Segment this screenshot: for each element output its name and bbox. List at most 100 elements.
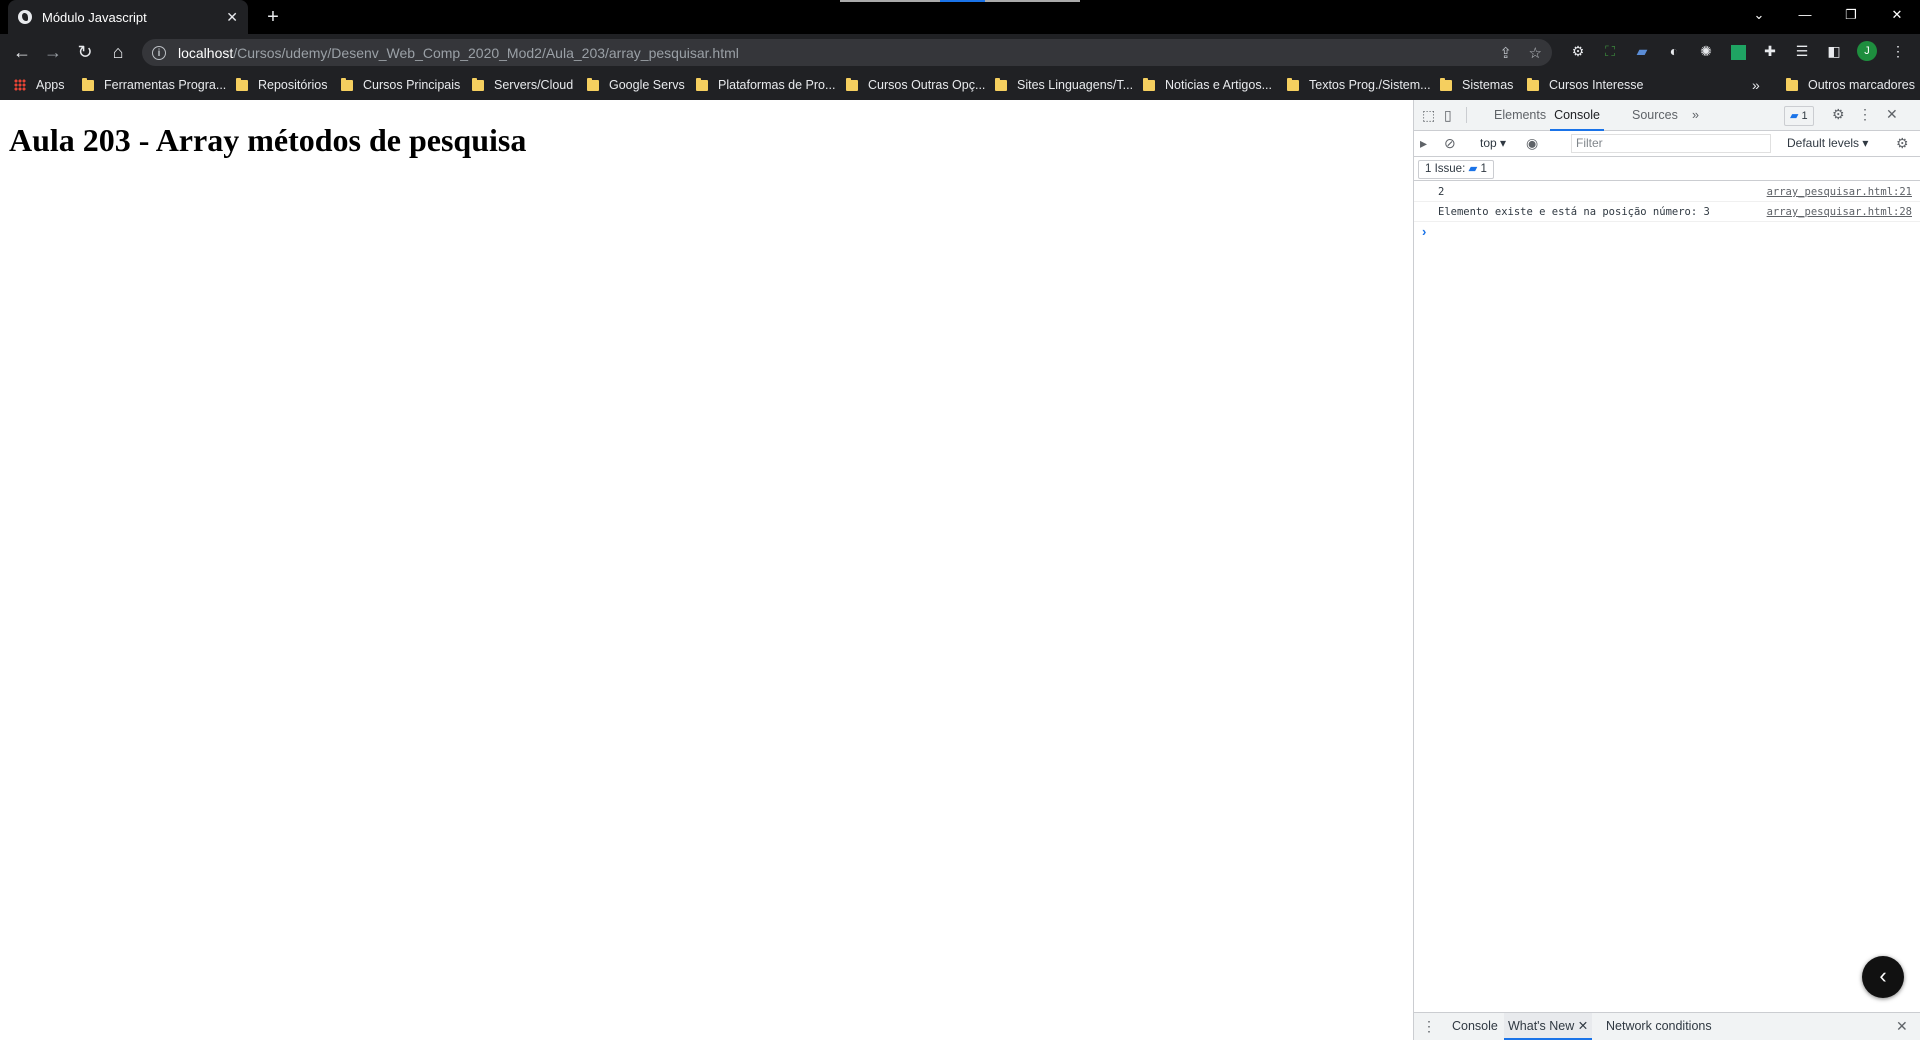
bookmark-folder[interactable]: Google Servs (587, 70, 685, 100)
bookmark-folder[interactable]: Noticias e Artigos... (1143, 70, 1272, 100)
drawer-menu-icon[interactable]: ⋮ (1422, 1018, 1436, 1035)
bookmark-label: Plataformas de Pro... (718, 78, 836, 92)
bookmark-label: Ferramentas Progra... (104, 78, 227, 92)
bookmark-folder[interactable]: Cursos Outras Opç... (846, 70, 985, 100)
floating-back-button[interactable]: ‹ (1862, 956, 1904, 998)
back-arrow-icon[interactable]: ← (8, 38, 36, 66)
close-icon[interactable]: ✕ (1578, 1019, 1588, 1033)
minimize-button[interactable]: — (1782, 0, 1828, 30)
restore-button[interactable]: ❐ (1828, 0, 1874, 30)
titlebar-indicator (840, 0, 940, 2)
folder-icon (1440, 77, 1452, 91)
bookmark-star-icon[interactable]: ☆ (1529, 44, 1542, 62)
drawer-tab-label: What's New (1508, 1019, 1575, 1033)
drawer-tab-console[interactable]: Console (1452, 1013, 1498, 1040)
console-message-source-link[interactable]: array_pesquisar.html:21 (1767, 182, 1912, 202)
site-info-icon[interactable]: i (152, 45, 166, 60)
bookmark-label: Noticias e Artigos... (1165, 78, 1272, 92)
folder-icon (1527, 77, 1539, 91)
inspect-element-icon[interactable]: ⬚ (1422, 107, 1435, 124)
other-bookmarks-folder[interactable]: Outros marcadores (1786, 70, 1915, 100)
bookmark-folder[interactable]: Servers/Cloud (472, 70, 573, 100)
console-prompt[interactable]: › (1422, 224, 1426, 239)
extension-green-square-icon[interactable] (1729, 42, 1747, 60)
forward-arrow-icon[interactable]: → (39, 38, 67, 66)
console-toolbar: ▸ ⊘ top ▾ ◉ Filter Default levels ▾ ⚙ (1414, 131, 1920, 157)
address-bar[interactable]: i localhost/Cursos/udemy/Desenv_Web_Comp… (142, 39, 1552, 66)
live-expression-eye-icon[interactable]: ◉ (1526, 135, 1538, 152)
tab-console[interactable]: Console (1550, 100, 1604, 131)
bookmark-label: Google Servs (609, 78, 685, 92)
drawer-tab-network-conditions[interactable]: Network conditions (1606, 1013, 1712, 1040)
close-window-button[interactable]: ✕ (1874, 0, 1920, 30)
console-message: 2 array_pesquisar.html:21 (1414, 182, 1920, 202)
extensions-puzzle-icon[interactable]: ✚ (1761, 42, 1779, 60)
issues-button[interactable]: 1 Issue: ▰ 1 (1418, 160, 1494, 179)
bookmark-label: Sistemas (1462, 78, 1514, 92)
url-host: localhost (178, 44, 234, 61)
more-tabs-button[interactable]: » (1692, 100, 1699, 131)
bookmark-folder[interactable]: Cursos Interesse (1527, 70, 1643, 100)
settings-gear-icon[interactable]: ⚙ (1832, 106, 1845, 123)
new-tab-button[interactable]: + (260, 4, 286, 30)
bookmark-folder[interactable]: Cursos Principais (341, 70, 460, 100)
issues-badge-count: 1 (1801, 110, 1808, 122)
share-icon[interactable]: ⇪ (1499, 44, 1512, 62)
drawer-tab-whats-new[interactable]: What's New ✕ (1504, 1013, 1593, 1040)
log-levels-dropdown[interactable]: Default levels ▾ (1787, 136, 1868, 150)
reload-icon[interactable]: ↻ (71, 38, 99, 66)
bookmark-apps[interactable]: Apps (14, 70, 65, 100)
context-selector[interactable]: top ▾ (1480, 136, 1506, 150)
tab-elements[interactable]: Elements (1494, 100, 1546, 131)
bookmark-folder[interactable]: Plataformas de Pro... (696, 70, 835, 100)
bookmark-folder[interactable]: Sites Linguagens/T... (995, 70, 1133, 100)
issues-badge[interactable]: ▰ 1 (1784, 106, 1814, 126)
console-filter-input[interactable]: Filter (1571, 134, 1771, 153)
bookmark-folder[interactable]: Textos Prog./Sistem... (1287, 70, 1431, 100)
bookmarks-overflow-button[interactable]: » (1752, 70, 1760, 100)
tab-search-button[interactable]: ⌄ (1736, 0, 1782, 30)
device-toolbar-icon[interactable]: ▯ (1444, 107, 1452, 124)
devtools-menu-icon[interactable]: ⋮ (1858, 106, 1872, 123)
tab-close-icon[interactable]: ✕ (226, 9, 238, 26)
folder-icon (846, 77, 858, 91)
log-levels-label: Default levels (1787, 136, 1860, 150)
bookmark-label: Outros marcadores (1808, 78, 1915, 92)
divider (1466, 107, 1467, 123)
menu-kebab-icon[interactable]: ⋮ (1889, 42, 1907, 60)
extension-circle-icon[interactable]: ◐ (1665, 42, 1683, 60)
bookmark-folder[interactable]: Repositórios (236, 70, 327, 100)
side-panel-icon[interactable]: ◧ (1825, 42, 1843, 60)
apps-grid-icon (14, 79, 26, 91)
extension-screenshot-icon[interactable]: ⛶ (1601, 42, 1619, 60)
tab-title: Módulo Javascript (42, 9, 147, 25)
browser-tab[interactable]: Módulo Javascript ✕ (8, 0, 248, 34)
reading-list-icon[interactable]: ☰ (1793, 42, 1811, 60)
browser-titlebar (0, 0, 1920, 34)
folder-icon (995, 77, 1007, 91)
folder-icon (82, 77, 94, 91)
profile-avatar[interactable]: J (1857, 41, 1877, 61)
drawer-close-icon[interactable]: ✕ (1896, 1018, 1908, 1035)
titlebar-indicator-accent (940, 0, 985, 2)
clear-console-icon[interactable]: ⊘ (1444, 135, 1456, 152)
bookmark-label: Cursos Principais (363, 78, 461, 92)
url-path: /Cursos/udemy/Desenv_Web_Comp_2020_Mod2/… (233, 44, 739, 61)
devtools-panel: ⬚ ▯ Elements Console Sources » ▰ 1 ⚙ ⋮ ✕… (1413, 100, 1920, 1040)
titlebar-indicator-end (985, 0, 1080, 2)
message-icon: ▰ (1790, 110, 1799, 122)
bookmark-folder[interactable]: Ferramentas Progra... (82, 70, 226, 100)
devtools-close-icon[interactable]: ✕ (1886, 106, 1898, 123)
console-settings-icon[interactable]: ⚙ (1896, 135, 1909, 152)
extension-atom-icon[interactable]: ✺ (1697, 42, 1715, 60)
sidebar-toggle-icon[interactable]: ▸ (1420, 135, 1427, 152)
extension-gear-icon[interactable]: ⚙ (1569, 42, 1587, 60)
home-icon[interactable]: ⌂ (104, 38, 132, 66)
extension-blue-icon[interactable]: ▰ (1633, 42, 1651, 60)
bookmark-folder[interactable]: Sistemas (1440, 70, 1513, 100)
tab-sources[interactable]: Sources (1632, 100, 1678, 131)
context-label: top (1480, 136, 1497, 150)
issues-label: 1 Issue: (1425, 163, 1466, 175)
console-message-source-link[interactable]: array_pesquisar.html:28 (1767, 202, 1912, 222)
bookmark-label: Repositórios (258, 78, 328, 92)
